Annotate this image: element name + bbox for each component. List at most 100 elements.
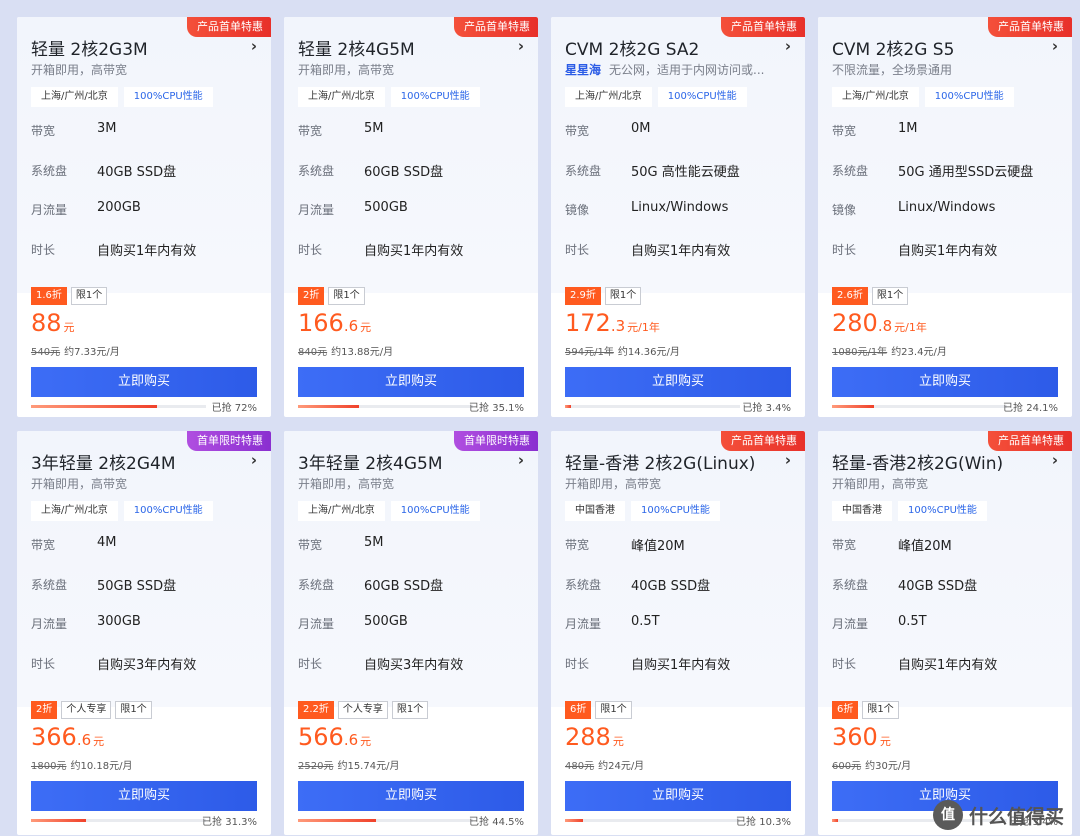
buy-now-button[interactable]: 立即购买 xyxy=(298,367,524,397)
tag-list: 中国香港 100%CPU性能 xyxy=(832,501,987,521)
spec-row: 月流量 0.5T xyxy=(565,614,795,654)
spec-value: 自购买1年内有效 xyxy=(631,243,731,259)
spec-value: 自购买1年内有效 xyxy=(898,657,998,673)
buy-now-button[interactable]: 立即购买 xyxy=(565,781,791,811)
badge-list: 2折 个人专享 限1个 xyxy=(31,701,152,719)
spec-value: 自购买3年内有效 xyxy=(364,657,464,673)
spec-row: 系统盘 60GB SSD盘 xyxy=(298,575,528,615)
buy-now-button[interactable]: 立即购买 xyxy=(832,367,1058,397)
product-card[interactable]: 产品首单特惠 CVM 2核2G S5 › 不限流量，全场景通用 上海/广州/北京 100%… xyxy=(818,17,1072,417)
product-card[interactable]: 产品首单特惠 轻量 2核4G5M › 开箱即用，高带宽 上海/广州/北京 100%CPU性… xyxy=(284,17,538,417)
chevron-right-icon[interactable]: › xyxy=(518,37,524,55)
limit-badge: 限1个 xyxy=(391,701,429,719)
product-card[interactable]: 产品首单特惠 轻量-香港2核2G(Win) › 开箱即用，高带宽 中国香港 100%CPU… xyxy=(818,431,1072,835)
original-price: 2520元 约15.74元/月 xyxy=(298,757,399,772)
product-card[interactable]: 首单限时特惠 3年轻量 2核4G5M › 开箱即用，高带宽 上海/广州/北京 100%CP… xyxy=(284,431,538,835)
watermark-text: 什么值得买 xyxy=(968,805,1064,828)
original-price: 480元 约24元/月 xyxy=(565,757,644,772)
spec-value: 1M xyxy=(898,121,918,136)
sold-progress-bar xyxy=(832,405,1007,408)
product-title[interactable]: 3年轻量 2核4G5M xyxy=(298,449,443,474)
buy-now-button[interactable]: 立即购买 xyxy=(31,781,257,811)
price-unit: 元 xyxy=(360,321,372,334)
chevron-right-icon[interactable]: › xyxy=(251,37,257,55)
spec-row: 带宽 峰值20M xyxy=(832,535,1062,575)
product-title[interactable]: CVM 2核2G S5 xyxy=(832,35,954,60)
tag-list: 上海/广州/北京 100%CPU性能 xyxy=(31,87,213,107)
region-tag: 中国香港 xyxy=(832,501,892,521)
spec-value: 峰值20M xyxy=(631,539,685,554)
smzdm-logo-icon: 值 xyxy=(932,800,963,830)
buy-now-button[interactable]: 立即购买 xyxy=(31,367,257,397)
limit-badge: 限1个 xyxy=(115,701,152,719)
spec-label: 系统盘 xyxy=(31,163,68,178)
product-subtitle: 开箱即用，高带宽 xyxy=(31,475,263,492)
spec-row: 镜像 Linux/Windows xyxy=(832,200,1062,240)
product-title[interactable]: 轻量-香港 2核2G(Linux) xyxy=(565,449,755,474)
buy-now-button[interactable]: 立即购买 xyxy=(298,781,524,811)
spec-label: 带宽 xyxy=(31,124,56,138)
spec-list: 带宽 5M 系统盘 60GB SSD盘 月流量 500GB 时长 自购买3年内有效 xyxy=(298,535,528,693)
promo-ribbon: 产品首单特惠 xyxy=(187,17,271,37)
chevron-right-icon[interactable]: › xyxy=(785,451,791,469)
discount-badge: 2.2折 xyxy=(298,701,334,719)
spec-value: 50G 通用型SSD云硬盘 xyxy=(898,164,1034,180)
price: 288 元 xyxy=(565,723,624,751)
cpu-tag: 100%CPU性能 xyxy=(123,87,213,107)
limit-badge: 限1个 xyxy=(871,287,909,305)
product-subtitle: 星星海 无公网，适用于内网访问或... xyxy=(565,61,797,78)
spec-value: 50G 高性能云硬盘 xyxy=(631,164,740,180)
spec-row: 月流量 500GB xyxy=(298,614,528,654)
product-title[interactable]: 轻量-香港2核2G(Win) xyxy=(832,449,1003,474)
spec-value: 200GB xyxy=(97,200,141,215)
product-title[interactable]: 轻量 2核4G5M xyxy=(298,35,415,60)
spec-row: 月流量 500GB xyxy=(298,200,528,240)
product-title[interactable]: 3年轻量 2核2G4M xyxy=(31,449,176,474)
price-unit: 元 xyxy=(879,735,891,748)
limit-badge: 个人专享 xyxy=(337,701,388,719)
discount-badge: 6折 xyxy=(565,701,592,719)
chevron-right-icon[interactable]: › xyxy=(251,451,257,469)
product-card[interactable]: 产品首单特惠 CVM 2核2G SA2 › 星星海 无公网，适用于内网访问或... 上海/… xyxy=(551,17,805,417)
spec-label: 时长 xyxy=(832,242,857,257)
chevron-right-icon[interactable]: › xyxy=(785,37,791,55)
product-subtitle: 开箱即用，高带宽 xyxy=(298,475,530,492)
promo-ribbon: 首单限时特惠 xyxy=(454,431,538,451)
product-subtitle: 开箱即用，高带宽 xyxy=(31,61,263,78)
buy-now-button[interactable]: 立即购买 xyxy=(565,367,791,397)
limit-badge: 限1个 xyxy=(70,287,108,305)
product-subtitle: 开箱即用，高带宽 xyxy=(832,475,1064,492)
monthly-price: 约10.18元/月 xyxy=(70,761,133,772)
spec-value: 4M xyxy=(97,535,117,550)
product-card[interactable]: 产品首单特惠 轻量-香港 2核2G(Linux) › 开箱即用，高带宽 中国香港 100%… xyxy=(551,431,805,835)
chevron-right-icon[interactable]: › xyxy=(518,451,524,469)
promo-ribbon: 产品首单特惠 xyxy=(988,17,1072,37)
original-price: 1080元/1年 约23.4元/月 xyxy=(832,343,947,358)
product-title[interactable]: 轻量 2核2G3M xyxy=(31,35,148,60)
spec-value: 500GB xyxy=(364,614,408,629)
product-title[interactable]: CVM 2核2G SA2 xyxy=(565,35,699,60)
tag-list: 上海/广州/北京 100%CPU性能 xyxy=(832,87,1014,107)
spec-value: 自购买1年内有效 xyxy=(898,243,998,259)
product-card[interactable]: 产品首单特惠轻量 2核2G3M › 开箱即用，高带宽 上海/广州/北京 100%CPU性… xyxy=(17,17,271,417)
price-unit: 元 xyxy=(63,321,75,334)
spec-label: 时长 xyxy=(298,656,323,671)
original-price-value: 2520元 xyxy=(298,761,334,772)
price-integer: 88 xyxy=(31,309,62,337)
chevron-right-icon[interactable]: › xyxy=(1052,451,1058,469)
spec-label: 月流量 xyxy=(31,617,68,631)
subtitle-text: 开箱即用，高带宽 xyxy=(298,477,395,491)
region-tag: 上海/广州/北京 xyxy=(832,87,919,107)
chevron-right-icon[interactable]: › xyxy=(1052,37,1058,55)
sold-progress-fill xyxy=(31,405,157,408)
spec-row: 镜像 Linux/Windows xyxy=(565,200,795,240)
price-integer: 566 xyxy=(298,723,344,751)
product-card[interactable]: 首单限时特惠 3年轻量 2核2G4M › 开箱即用，高带宽 上海/广州/北京 100%CP… xyxy=(17,431,271,835)
monthly-price: 约30元/月 xyxy=(865,761,912,772)
spec-label: 月流量 xyxy=(298,203,335,217)
spec-value: 60GB SSD盘 xyxy=(364,578,444,594)
spec-value: 自购买1年内有效 xyxy=(631,657,731,673)
sold-progress-fill xyxy=(31,819,86,822)
spec-list: 带宽 0M 系统盘 50G 高性能云硬盘 镜像 Linux/Windows 时长 自购买1年内… xyxy=(565,121,795,279)
spec-row: 带宽 峰值20M xyxy=(565,535,795,575)
